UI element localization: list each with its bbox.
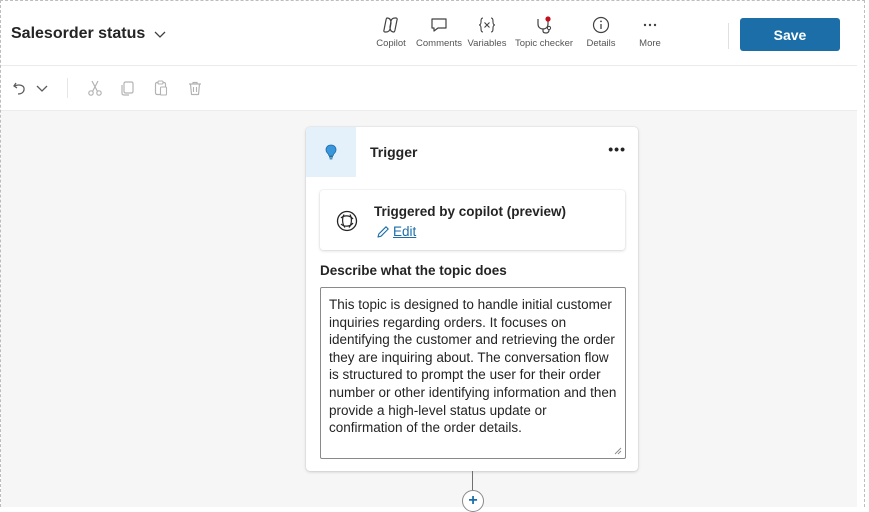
description-text: This topic is designed to handle initial… (329, 297, 617, 436)
trigger-type-card: Triggered by copilot (preview) Edit (320, 190, 625, 250)
toolbar-divider (67, 78, 68, 98)
paste-button[interactable] (150, 77, 172, 99)
copy-icon (121, 81, 134, 96)
node-connector-line (472, 471, 473, 491)
more-button[interactable]: More (625, 15, 675, 49)
delete-button[interactable] (184, 77, 206, 99)
comment-icon (429, 15, 449, 35)
comments-button[interactable]: Comments (415, 15, 463, 49)
trigger-type-label: Triggered by copilot (preview) (374, 204, 567, 219)
header-divider (728, 23, 729, 49)
topic-title: Salesorder status (11, 25, 146, 42)
lightbulb-icon (306, 127, 356, 177)
node-more-options-button[interactable]: ••• (608, 141, 626, 157)
save-button[interactable]: Save (740, 18, 840, 51)
undo-icon (13, 82, 25, 95)
trigger-node-header: Trigger ••• (306, 127, 638, 177)
add-node-button[interactable]: + (462, 490, 484, 512)
undo-button[interactable] (9, 77, 31, 99)
description-textarea[interactable]: This topic is designed to handle initial… (320, 287, 626, 459)
copilot-logo-icon (336, 210, 358, 232)
header-bar: Salesorder status Copilot Comments Varia… (1, 1, 857, 66)
variables-button[interactable]: Variables (463, 15, 511, 49)
copilot-icon (381, 15, 401, 35)
chevron-down-icon (154, 31, 166, 38)
cut-button[interactable] (84, 77, 106, 99)
checker-alert-dot (545, 16, 551, 22)
cut-icon (88, 80, 102, 96)
details-button[interactable]: Details (577, 15, 625, 49)
description-label: Describe what the topic does (320, 263, 507, 278)
copy-button[interactable] (116, 77, 138, 99)
edit-toolbar (1, 66, 857, 111)
edit-trigger-link[interactable]: Edit (376, 224, 416, 239)
chevron-down-icon (36, 85, 48, 92)
copilot-button[interactable]: Copilot (367, 15, 415, 49)
resize-handle-icon[interactable] (614, 447, 622, 455)
info-icon (591, 15, 611, 35)
undo-dropdown[interactable] (31, 77, 53, 99)
topic-checker-button[interactable]: Topic checker (511, 15, 577, 49)
header-tools: Copilot Comments Variables Topic checker… (367, 15, 675, 49)
trigger-node-card[interactable]: Trigger ••• Triggered by copilot (previe… (306, 127, 638, 471)
variables-icon (477, 15, 497, 35)
pencil-icon (377, 225, 389, 238)
topic-checker-icon (534, 15, 554, 35)
trigger-node-title: Trigger (370, 144, 418, 160)
more-icon (640, 15, 660, 35)
delete-icon (189, 81, 201, 96)
paste-icon (154, 80, 168, 96)
topic-title-dropdown[interactable]: Salesorder status (11, 25, 167, 43)
